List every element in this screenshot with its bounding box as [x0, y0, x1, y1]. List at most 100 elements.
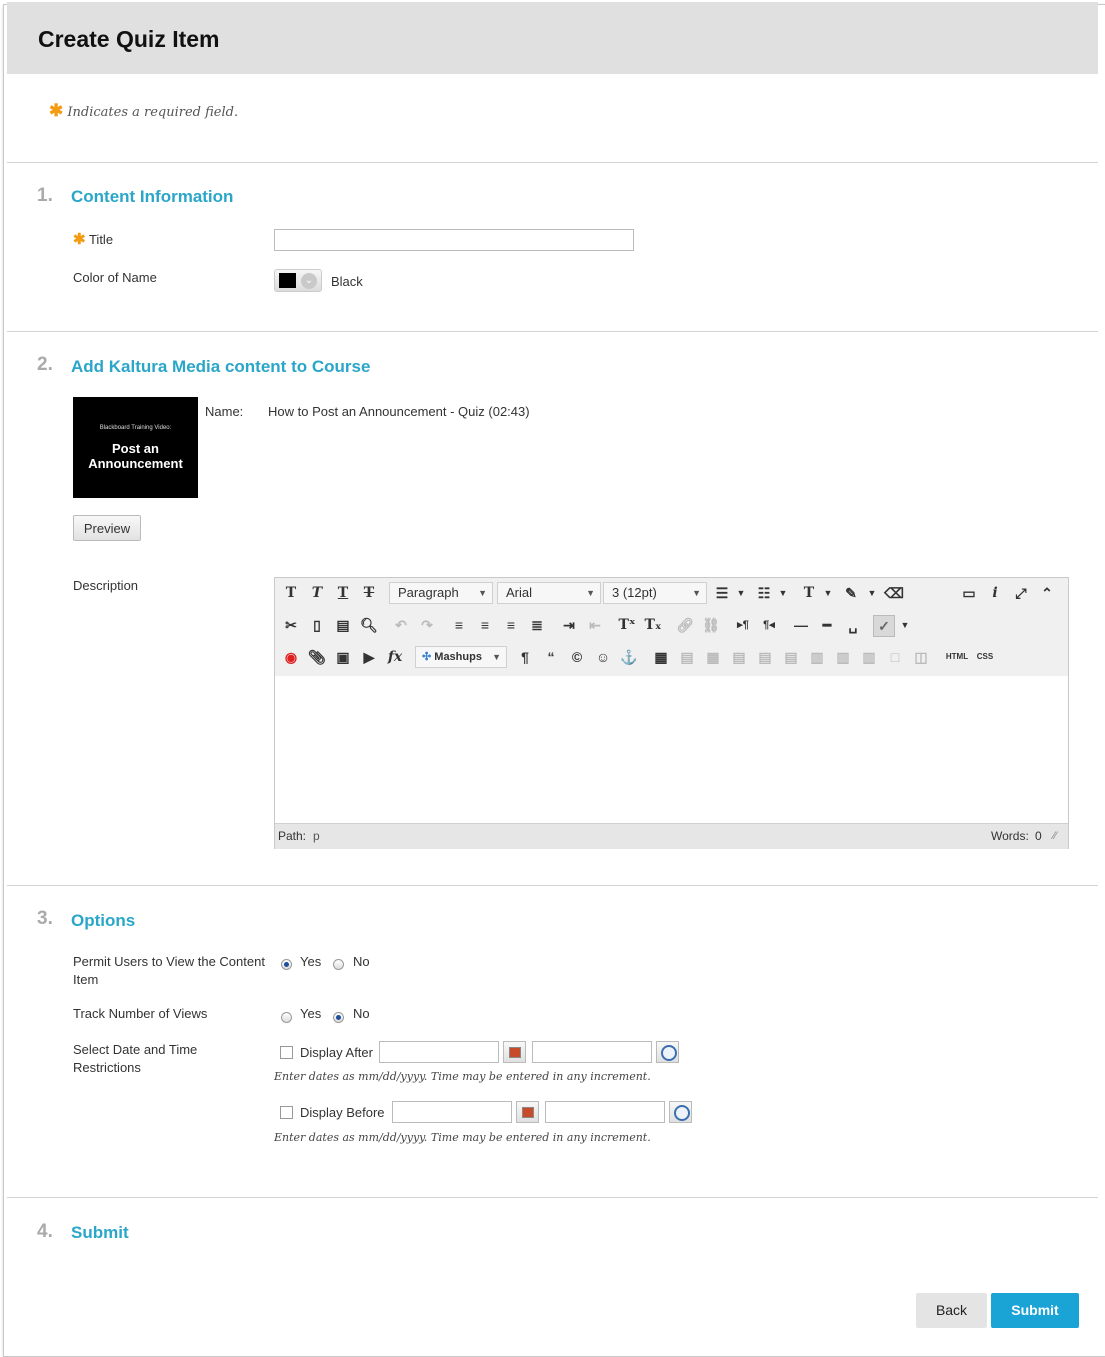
superscript-icon[interactable]: Tˣ — [617, 615, 637, 635]
undo-icon[interactable]: ↶ — [391, 615, 411, 635]
strikethrough-icon[interactable]: T — [359, 583, 379, 603]
collapse-toolbar-icon[interactable]: ⌃ — [1037, 583, 1057, 603]
outdent-icon[interactable]: ⇤ — [585, 615, 605, 635]
back-button[interactable]: Back — [916, 1293, 987, 1328]
align-justify-icon[interactable]: ≣ — [527, 615, 547, 635]
table-cell-props-icon[interactable]: ▦ — [703, 647, 723, 667]
permit-yes-label: Yes — [300, 954, 322, 969]
insert-image-icon[interactable]: ▣ — [333, 647, 353, 667]
editor-status-bar: Path: p Words: 0 ⁄⁄ — [275, 823, 1068, 849]
copy-icon[interactable]: ▯ — [307, 615, 327, 635]
link-icon[interactable]: 🔗︎ — [675, 615, 695, 635]
page-header: Create Quiz Item — [7, 2, 1098, 74]
bold-icon[interactable]: T — [281, 583, 301, 603]
merge-cells-icon[interactable]: ◫ — [911, 647, 931, 667]
clock-icon[interactable] — [656, 1041, 679, 1063]
calendar-icon[interactable] — [503, 1041, 526, 1063]
required-note-text: Indicates a required field. — [67, 105, 239, 120]
split-cells-icon[interactable]: □ — [885, 647, 905, 667]
table-icon[interactable]: ▦ — [651, 647, 671, 667]
media-thumbnail[interactable]: Blackboard Training Video: Post an Annou… — [73, 397, 198, 498]
font-family-select[interactable]: Arial ▼ — [497, 582, 601, 604]
cut-icon[interactable]: ✂ — [281, 615, 301, 635]
align-left-icon[interactable]: ≡ — [449, 615, 469, 635]
chevron-down-icon[interactable]: ▼ — [818, 583, 838, 603]
divider — [7, 331, 1098, 332]
display-after-checkbox[interactable] — [280, 1046, 293, 1059]
font-size-select[interactable]: 3 (12pt) ▼ — [603, 582, 707, 604]
preview-button[interactable]: Preview — [73, 515, 141, 541]
paragraph-mark-icon[interactable]: ¶ — [515, 647, 535, 667]
paragraph-select[interactable]: Paragraph ▼ — [389, 582, 493, 604]
italic-icon[interactable]: T — [307, 583, 327, 603]
insert-media-icon[interactable]: ▶ — [359, 647, 379, 667]
numbered-list-icon[interactable]: ☷ — [754, 583, 774, 603]
info-icon[interactable]: i — [985, 583, 1005, 603]
display-after-time-input[interactable] — [532, 1041, 652, 1063]
submit-button[interactable]: Submit — [991, 1293, 1079, 1328]
color-picker-button[interactable]: ⌄ — [274, 269, 322, 292]
title-input[interactable] — [274, 229, 634, 251]
table-row-props-icon[interactable]: ▤ — [677, 647, 697, 667]
math-formula-icon[interactable]: fx — [385, 647, 405, 667]
fullscreen-icon[interactable]: ⤢ — [1011, 583, 1031, 603]
chevron-down-icon[interactable]: ▼ — [862, 583, 882, 603]
nonbreaking-space-icon[interactable]: ␣ — [843, 615, 863, 635]
track-no-radio[interactable] — [333, 1012, 344, 1023]
delete-row-icon[interactable]: ▤ — [781, 647, 801, 667]
permit-no-radio[interactable] — [333, 959, 344, 970]
find-icon[interactable]: 🔍︎ — [359, 615, 379, 635]
eraser-icon[interactable]: ⌫ — [884, 583, 904, 603]
anchor-icon[interactable]: ⚓ — [619, 647, 639, 667]
chevron-down-icon[interactable]: ▼ — [773, 583, 793, 603]
rtl-icon[interactable]: ¶◂ — [759, 615, 779, 635]
html-button[interactable]: HTML — [943, 647, 971, 667]
section-number: 3. — [37, 908, 53, 929]
youtube-icon[interactable]: ◉ — [281, 647, 301, 667]
subscript-icon[interactable]: Tₓ — [643, 615, 663, 635]
highlight-pen-icon[interactable]: ✎ — [841, 583, 861, 603]
insert-col-after-icon[interactable]: ▥ — [833, 647, 853, 667]
align-right-icon[interactable]: ≡ — [501, 615, 521, 635]
chevron-down-icon[interactable]: ▼ — [895, 615, 915, 635]
track-yes-radio[interactable] — [281, 1012, 292, 1023]
css-button[interactable]: CSS — [973, 647, 997, 667]
title-label: ✱ Title — [73, 231, 114, 248]
underline-icon[interactable]: T — [333, 583, 353, 603]
display-before-time-input[interactable] — [545, 1101, 665, 1123]
preview-monitor-icon[interactable]: ▭ — [959, 583, 979, 603]
calendar-icon[interactable] — [516, 1101, 539, 1123]
permit-yes-radio[interactable] — [281, 959, 292, 970]
emoticon-icon[interactable]: ☺ — [593, 647, 613, 667]
media-name-label: Name: — [205, 404, 244, 419]
spellcheck-icon[interactable]: ✓ — [873, 615, 895, 637]
description-text-area[interactable] — [275, 676, 1068, 822]
mashups-select[interactable]: ✣ Mashups ▼ — [415, 646, 507, 668]
chevron-down-icon[interactable]: ▼ — [731, 583, 751, 603]
color-value: Black — [331, 274, 363, 289]
insert-col-before-icon[interactable]: ▥ — [807, 647, 827, 667]
insert-row-after-icon[interactable]: ▤ — [755, 647, 775, 667]
copyright-icon[interactable]: © — [567, 647, 587, 667]
track-yes-label: Yes — [300, 1006, 322, 1021]
ltr-icon[interactable]: ▸¶ — [733, 615, 753, 635]
align-center-icon[interactable]: ≡ — [475, 615, 495, 635]
clock-icon[interactable] — [669, 1101, 692, 1123]
thumbnail-caption: Blackboard Training Video: — [99, 425, 172, 431]
insert-row-before-icon[interactable]: ▤ — [729, 647, 749, 667]
blockquote-icon[interactable]: “ — [541, 647, 561, 667]
resize-handle-icon[interactable]: ⁄⁄ — [1053, 830, 1057, 842]
indent-icon[interactable]: ⇥ — [559, 615, 579, 635]
delete-col-icon[interactable]: ▥ — [859, 647, 879, 667]
thick-rule-icon[interactable]: ━ — [817, 615, 837, 635]
redo-icon[interactable]: ↷ — [417, 615, 437, 635]
display-before-date-input[interactable] — [392, 1101, 512, 1123]
display-before-checkbox[interactable] — [280, 1106, 293, 1119]
bullet-list-icon[interactable]: ☰ — [712, 583, 732, 603]
paste-icon[interactable]: ▤ — [333, 615, 353, 635]
text-color-icon[interactable]: T — [799, 583, 819, 603]
horizontal-rule-icon[interactable]: — — [791, 615, 811, 635]
display-after-date-input[interactable] — [379, 1041, 499, 1063]
unlink-icon[interactable]: ⛓ — [701, 615, 721, 635]
attach-file-icon[interactable]: 📎︎ — [307, 647, 327, 667]
